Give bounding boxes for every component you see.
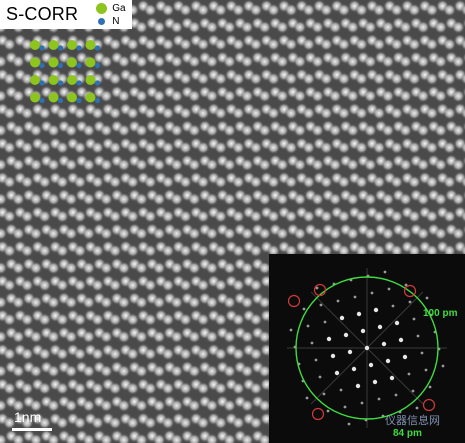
fft-spot <box>416 334 420 338</box>
fft-spot <box>353 295 357 299</box>
watermark-text: 仪器信息网 <box>385 415 440 427</box>
fft-spot <box>420 351 424 355</box>
n-atom-marker <box>57 62 64 69</box>
fft-spot <box>385 358 391 364</box>
fft-spot <box>372 379 378 385</box>
fft-spot <box>336 299 340 303</box>
fft-spot <box>302 307 306 311</box>
n-atom-marker <box>57 45 64 51</box>
fft-spot <box>377 324 383 330</box>
fft-spot <box>441 364 445 368</box>
fft-spot <box>402 354 408 360</box>
fft-spot <box>318 375 322 379</box>
fft-spot <box>351 366 357 372</box>
fft-spot <box>319 303 323 307</box>
ga-atom-marker <box>85 75 96 85</box>
n-atom-marker <box>39 45 45 51</box>
fft-spot <box>323 320 327 324</box>
fft-spot <box>322 392 326 396</box>
ga-atom-marker <box>67 57 77 68</box>
fft-spot <box>289 328 293 332</box>
ga-atom-marker <box>30 75 40 85</box>
fft-spot <box>368 362 374 368</box>
n-atom-marker <box>57 97 64 104</box>
fft-spot <box>364 345 370 351</box>
ga-atom-marker <box>67 92 77 103</box>
fft-spot <box>310 341 314 345</box>
scale-bar <box>12 428 52 431</box>
fft-spot <box>343 332 349 338</box>
ga-atom-marker <box>30 57 40 68</box>
fft-marker-circle <box>287 294 301 308</box>
fft-spot <box>381 341 387 347</box>
n-atom-marker <box>39 62 45 69</box>
fft-spot <box>347 349 353 355</box>
n-atom-marker <box>76 45 82 51</box>
fft-spot <box>383 270 387 274</box>
ga-atom-marker <box>85 40 96 50</box>
fft-spot <box>424 368 428 372</box>
fft-spot <box>425 296 429 300</box>
n-atom-marker <box>76 97 82 104</box>
ga-atom-marker <box>85 92 96 103</box>
ga-atom-marker <box>30 40 40 50</box>
fft-spot <box>412 317 416 321</box>
fft-spot <box>428 385 432 389</box>
fft-spot <box>373 307 379 313</box>
fft-marker-circle <box>311 407 325 421</box>
fft-spot <box>360 401 364 405</box>
fft-label-inner: 84 pm <box>393 428 422 439</box>
fft-spot <box>326 336 332 342</box>
ga-atom-marker <box>48 57 59 68</box>
n-atom-marker <box>94 97 101 104</box>
fft-spot <box>415 406 419 410</box>
fft-spot <box>314 358 318 362</box>
fft-spot <box>339 388 343 392</box>
fft-spot <box>394 320 400 326</box>
ga-atom-marker <box>67 75 77 85</box>
n-atom-marker <box>76 62 82 69</box>
fft-marker-circle <box>422 398 436 412</box>
fft-spot <box>343 405 347 409</box>
fft-spot <box>334 370 340 376</box>
n-atom-marker <box>94 45 101 51</box>
n-atom-marker <box>94 62 101 69</box>
fft-spot <box>387 287 391 291</box>
fft-spot <box>356 311 362 317</box>
fft-spot <box>408 300 412 304</box>
fft-spot <box>411 389 415 393</box>
fft-spot <box>394 393 398 397</box>
fft-spot <box>370 291 374 295</box>
fft-spot <box>305 396 309 400</box>
fft-marker-circle <box>313 283 327 297</box>
fft-spot <box>355 383 361 389</box>
fft-spot <box>391 304 395 308</box>
ga-atom-marker <box>67 40 77 50</box>
n-atom-marker <box>76 80 82 86</box>
ga-atom-marker <box>30 92 40 103</box>
fft-spot <box>326 409 330 413</box>
fft-spot <box>339 315 345 321</box>
n-atom-marker <box>39 97 45 104</box>
ga-atom-marker <box>48 75 59 85</box>
fft-spot <box>407 372 411 376</box>
fft-spot <box>347 422 351 426</box>
ga-atom-marker <box>85 57 96 68</box>
fft-spot <box>398 337 404 343</box>
fft-spot <box>389 375 395 381</box>
ga-atom-marker <box>48 92 59 103</box>
ga-atom-marker <box>48 40 59 50</box>
fft-spot <box>377 397 381 401</box>
micrograph: S-CORR Ga N 100 pm 84 pm 仪器信息网 1nm <box>0 0 465 443</box>
n-atom-marker <box>94 80 101 86</box>
fft-label-outer: 100 pm <box>423 308 458 319</box>
n-atom-marker <box>39 80 45 86</box>
fft-spot <box>330 353 336 359</box>
n-atom-marker <box>57 80 64 86</box>
fft-spot <box>360 328 366 334</box>
fft-spot <box>306 324 310 328</box>
scale-bar-label: 1nm <box>14 409 42 425</box>
